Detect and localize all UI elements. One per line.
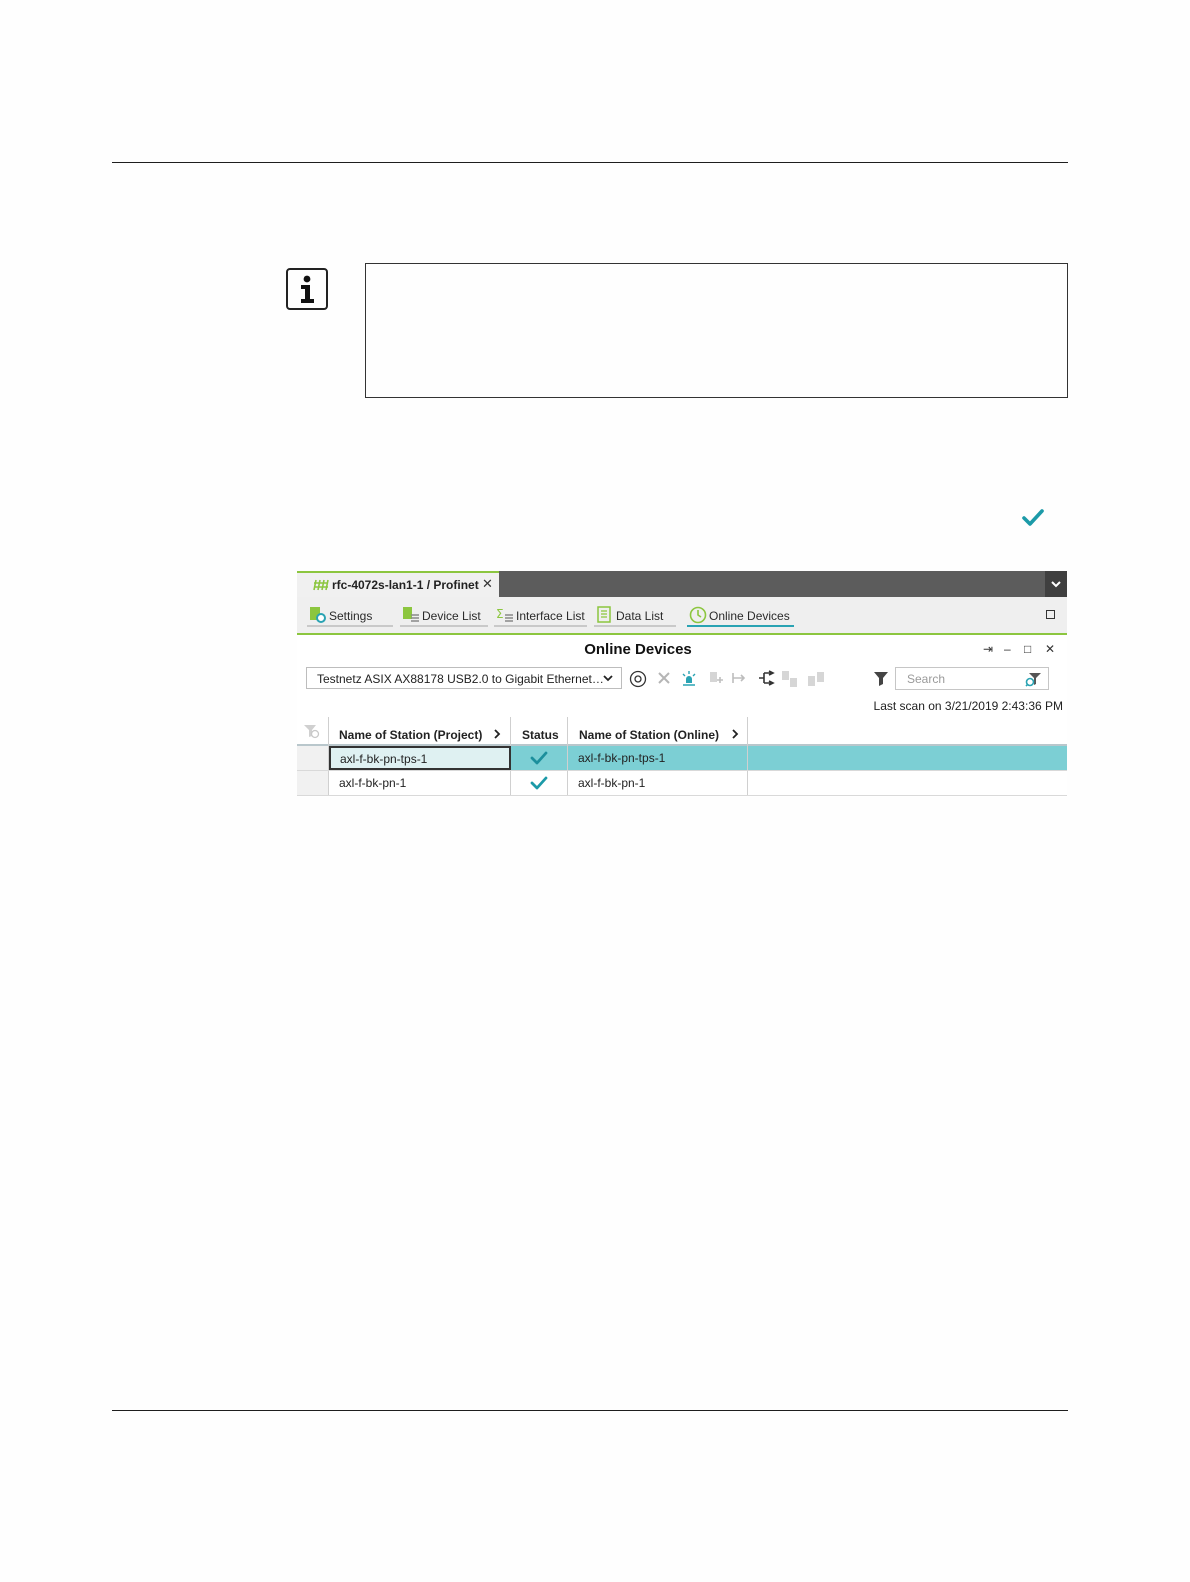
search-placeholder: Search: [907, 672, 946, 686]
import-device-icon[interactable]: [807, 670, 825, 688]
footer-rule: [112, 1410, 1068, 1411]
maximize-icon[interactable]: [1046, 610, 1055, 619]
column-header-status[interactable]: Status: [511, 717, 568, 746]
status-cell: [511, 746, 568, 770]
device-list-icon: [403, 607, 419, 622]
view-title: Online Devices: [584, 641, 692, 658]
tab-data-list[interactable]: Data List: [594, 605, 676, 627]
tab-settings-label: Settings: [329, 609, 373, 623]
station-project-name: axl-f-bk-pn-1: [339, 776, 407, 790]
tab-list-dropdown[interactable]: [1045, 571, 1067, 597]
station-project-name: axl-f-bk-pn-tps-1: [340, 752, 428, 766]
settings-icon: [310, 607, 326, 623]
station-online-name: axl-f-bk-pn-1: [578, 776, 646, 790]
chevron-right-icon: [732, 729, 739, 739]
tab-settings[interactable]: Settings: [307, 605, 393, 627]
tab-online-devices[interactable]: Online Devices: [687, 605, 794, 627]
column-header-status-label: Status: [522, 728, 559, 742]
document-tab[interactable]: rfc-4072s-lan1-1 / Profinet ✕: [297, 571, 499, 597]
pin-icon[interactable]: ⇥: [983, 642, 993, 656]
chevron-right-icon: [494, 729, 501, 739]
info-icon: [286, 268, 328, 310]
network-adapter-select[interactable]: Testnetz ASIX AX88178 USB2.0 to Gigabit …: [306, 667, 622, 689]
restore-icon[interactable]: □: [1024, 642, 1031, 656]
tab-online-devices-label: Online Devices: [709, 609, 790, 623]
table-header: Name of Station (Project) Status Name of…: [297, 717, 1067, 746]
assign-icon[interactable]: [708, 670, 724, 686]
column-filter-icon: [304, 725, 320, 739]
note-box: [365, 263, 1068, 398]
row-header-corner[interactable]: [297, 717, 329, 746]
station-online-name: axl-f-bk-pn-tps-1: [578, 751, 666, 765]
station-project-cell[interactable]: axl-f-bk-pn-1: [329, 771, 511, 795]
last-scan-timestamp: Last scan on 3/21/2019 2:43:36 PM: [873, 699, 1063, 713]
close-tab-icon[interactable]: ✕: [482, 576, 493, 592]
delete-icon[interactable]: [656, 670, 672, 686]
network-topology-icon[interactable]: [757, 670, 775, 686]
close-view-icon[interactable]: ✕: [1045, 642, 1055, 656]
flash-led-icon[interactable]: [681, 670, 697, 688]
column-header-online-label: Name of Station (Online): [579, 728, 720, 742]
document-tab-title: rfc-4072s-lan1-1 / Profinet: [332, 578, 479, 592]
scan-network-icon[interactable]: [629, 670, 647, 688]
header-rule: [112, 162, 1068, 163]
station-project-cell[interactable]: axl-f-bk-pn-tps-1: [329, 746, 511, 770]
tab-device-list[interactable]: Device List: [400, 605, 488, 627]
tab-interface-list-label: Interface List: [516, 609, 585, 623]
column-header-project-label: Name of Station (Project): [339, 728, 483, 742]
chevron-down-icon: [603, 675, 613, 682]
status-ok-icon: [530, 776, 548, 790]
station-online-cell[interactable]: axl-f-bk-pn-tps-1: [568, 746, 748, 770]
online-devices-icon: [689, 606, 707, 624]
table-row[interactable]: axl-f-bk-pn-tps-1 axl-f-bk-pn-tps-1: [297, 746, 1067, 771]
station-online-cell[interactable]: axl-f-bk-pn-1: [568, 771, 748, 795]
minimize-icon[interactable]: –: [1004, 642, 1011, 656]
search-input[interactable]: Search: [895, 667, 1049, 690]
status-cell: [511, 771, 568, 795]
tab-interface-list[interactable]: Σ Interface List: [494, 605, 587, 627]
network-adapter-value: Testnetz ASIX AX88178 USB2.0 to Gigabit …: [317, 672, 604, 686]
tab-device-list-label: Device List: [422, 609, 481, 623]
software-screenshot: rfc-4072s-lan1-1 / Profinet ✕ Settings D…: [297, 571, 1067, 797]
data-list-icon: [597, 606, 611, 623]
svg-text:Σ: Σ: [496, 607, 504, 621]
profinet-icon: [313, 579, 329, 591]
chevron-down-icon: [1051, 581, 1061, 588]
search-filter-icon: [1025, 673, 1041, 687]
document-tabbar: rfc-4072s-lan1-1 / Profinet ✕: [297, 571, 1067, 597]
editor-subnav: Settings Device List Σ Interface List Da…: [297, 597, 1067, 635]
transfer-icon[interactable]: [731, 670, 747, 686]
interface-list-icon: Σ: [496, 607, 513, 622]
compare-device-icon[interactable]: [781, 670, 799, 688]
checkmark-icon: [1022, 509, 1044, 526]
row-header[interactable]: [297, 746, 329, 770]
column-header-project[interactable]: Name of Station (Project): [329, 717, 511, 746]
column-header-online[interactable]: Name of Station (Online): [568, 717, 748, 746]
row-header[interactable]: [297, 771, 329, 795]
table-row[interactable]: axl-f-bk-pn-1 axl-f-bk-pn-1: [297, 771, 1067, 796]
tab-data-list-label: Data List: [616, 609, 664, 623]
status-ok-icon: [530, 751, 548, 765]
filter-icon[interactable]: [873, 670, 889, 686]
